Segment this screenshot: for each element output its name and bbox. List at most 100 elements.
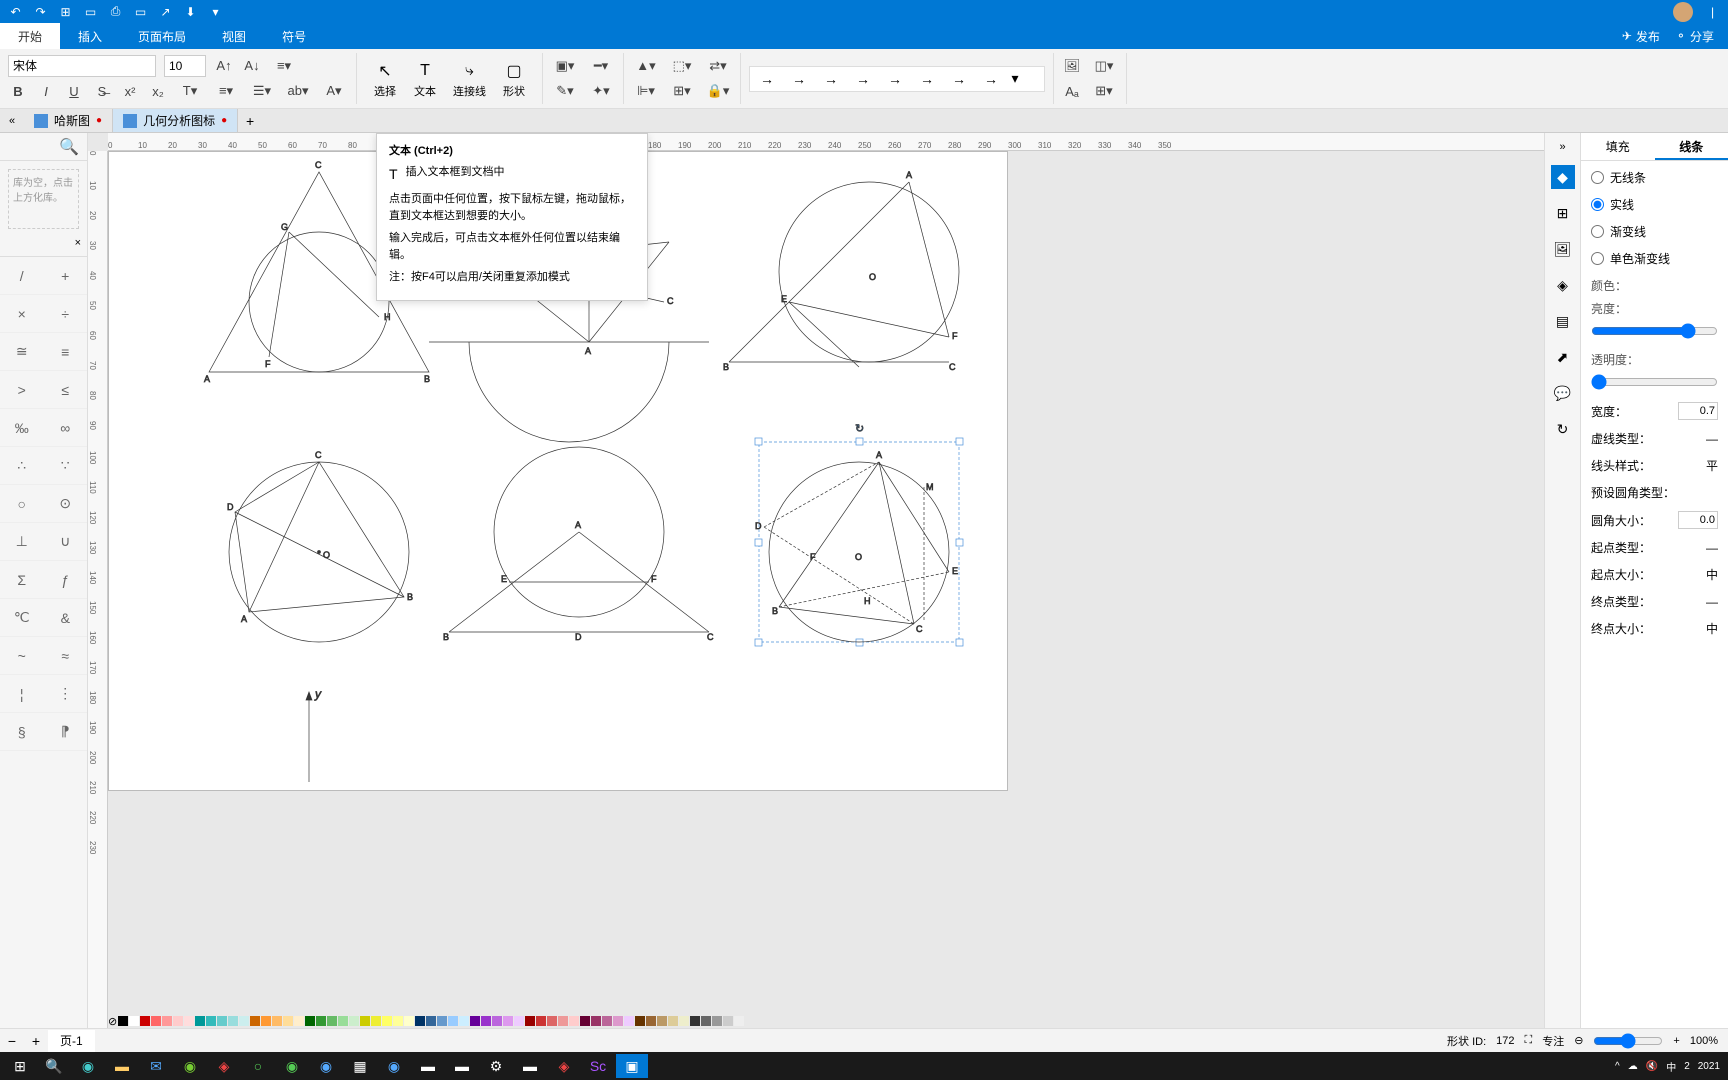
color-swatch[interactable] [371, 1016, 381, 1026]
color-swatch[interactable] [580, 1016, 590, 1026]
tray-network-icon[interactable]: ☁ [1628, 1061, 1638, 1072]
gallery-expand-icon[interactable]: ▾ [1008, 69, 1022, 89]
width-input[interactable] [1678, 402, 1718, 420]
symbol-cell[interactable]: & [44, 599, 88, 637]
user-avatar[interactable] [1673, 2, 1693, 22]
fullscreen-icon[interactable]: ⛶ [1525, 1034, 1533, 1047]
color-swatch[interactable] [316, 1016, 326, 1026]
color-swatch[interactable] [382, 1016, 392, 1026]
align-icon[interactable]: ≡▾ [270, 56, 298, 76]
brightness-slider[interactable] [1591, 323, 1718, 339]
app-icon[interactable]: ▬ [446, 1054, 478, 1078]
symbol-cell[interactable]: ≅ [0, 333, 44, 371]
color-swatch[interactable] [734, 1016, 744, 1026]
edrawmax-icon[interactable]: ▣ [616, 1054, 648, 1078]
symbol-cell[interactable]: ÷ [44, 295, 88, 333]
color-swatch[interactable] [481, 1016, 491, 1026]
symbol-cell[interactable]: ≈ [44, 637, 88, 675]
symbol-cell[interactable]: ∪ [44, 523, 88, 561]
symbol-cell[interactable]: ∴ [0, 447, 44, 485]
shape-tool[interactable]: ▢形状 [494, 57, 534, 101]
opacity-slider[interactable] [1591, 374, 1718, 390]
font-size-select[interactable] [164, 55, 206, 77]
tab-fill[interactable]: 填充 [1581, 133, 1655, 160]
arrow-style-item[interactable]: → [784, 69, 814, 89]
page-panel-icon[interactable]: ▤ [1551, 309, 1575, 333]
color-swatch[interactable] [635, 1016, 645, 1026]
page-add-button[interactable]: + [24, 1033, 48, 1049]
mail-icon[interactable]: ✉ [140, 1054, 172, 1078]
arrow-style-item[interactable]: → [976, 69, 1006, 89]
symbol-cell[interactable]: ƒ [44, 561, 88, 599]
app-icon[interactable]: ◈ [548, 1054, 580, 1078]
color-swatch[interactable] [228, 1016, 238, 1026]
color-swatch[interactable] [217, 1016, 227, 1026]
line-style-icon[interactable]: ━▾ [587, 56, 615, 76]
color-swatch[interactable] [118, 1016, 128, 1026]
dash-select[interactable]: — [1706, 432, 1718, 446]
symbol-cell[interactable]: ⋮ [44, 675, 88, 713]
color-swatch[interactable] [415, 1016, 425, 1026]
bullets-icon[interactable]: ☰▾ [248, 81, 276, 101]
start-button[interactable]: ⊞ [4, 1054, 36, 1078]
zoom-out-icon[interactable]: ⊖ [1574, 1034, 1583, 1047]
color-swatch[interactable] [338, 1016, 348, 1026]
start-size-select[interactable]: 中 [1706, 566, 1718, 583]
shrink-font-icon[interactable]: A↓ [242, 56, 262, 76]
color-swatch[interactable] [349, 1016, 359, 1026]
search-icon[interactable]: 🔍 [59, 137, 79, 157]
text-tool[interactable]: T文本 [405, 57, 445, 101]
import-icon[interactable]: ⬇ [183, 4, 198, 19]
color-swatch[interactable] [558, 1016, 568, 1026]
no-color-icon[interactable]: ⊘ [108, 1015, 117, 1028]
subscript-icon[interactable]: x₂ [148, 81, 168, 101]
color-swatch[interactable] [569, 1016, 579, 1026]
history-panel-icon[interactable]: ↻ [1551, 417, 1575, 441]
color-swatch[interactable] [184, 1016, 194, 1026]
tab-left-icon[interactable]: « [0, 115, 24, 127]
new-icon[interactable]: ⊞ [58, 4, 73, 19]
color-swatch[interactable] [261, 1016, 271, 1026]
tray-time[interactable]: 2 [1684, 1061, 1690, 1072]
arrow-style-select[interactable]: 平 [1706, 457, 1718, 474]
superscript-icon[interactable]: x² [120, 81, 140, 101]
search-app-icon[interactable]: 🔍 [38, 1054, 70, 1078]
italic-icon[interactable]: I [36, 81, 56, 101]
document-tab[interactable]: 几何分析图标 ● [113, 109, 238, 132]
color-swatch[interactable] [470, 1016, 480, 1026]
color-swatch[interactable] [492, 1016, 502, 1026]
redo-icon[interactable]: ↷ [33, 4, 48, 19]
distribute-icon[interactable]: ⊞▾ [668, 81, 696, 101]
grow-font-icon[interactable]: A↑ [214, 56, 234, 76]
symbol-cell[interactable]: ¦ [0, 675, 44, 713]
open-icon[interactable]: ▭ [83, 4, 98, 19]
radio-solid[interactable]: 实线 [1591, 196, 1718, 213]
color-swatch[interactable] [503, 1016, 513, 1026]
share-button[interactable]: ⚬ 分享 [1670, 28, 1720, 45]
symbol-cell[interactable]: ≤ [44, 371, 88, 409]
effect-icon[interactable]: ✦▾ [587, 81, 615, 101]
export-panel-icon[interactable]: ⬈ [1551, 345, 1575, 369]
focus-label[interactable]: 专注 [1542, 1033, 1564, 1049]
symbol-cell[interactable]: ⊙ [44, 485, 88, 523]
color-swatch[interactable] [646, 1016, 656, 1026]
arrow-style-item[interactable]: → [880, 69, 910, 89]
connector-tool[interactable]: ⤷连接线 [445, 57, 494, 101]
color-swatch[interactable] [679, 1016, 689, 1026]
grid-panel-icon[interactable]: ⊞ [1551, 201, 1575, 225]
image-panel-icon[interactable]: 🖼 [1551, 237, 1575, 261]
page-tab[interactable]: 页-1 [48, 1030, 95, 1052]
app-icon[interactable]: ◉ [378, 1054, 410, 1078]
arrow-style-item[interactable]: → [816, 69, 846, 89]
radio-gradient[interactable]: 渐变线 [1591, 223, 1718, 240]
color-swatch[interactable] [206, 1016, 216, 1026]
color-swatch[interactable] [393, 1016, 403, 1026]
color-swatch[interactable] [173, 1016, 183, 1026]
tray-ime[interactable]: 中 [1666, 1059, 1676, 1074]
publish-button[interactable]: ✈ 发布 [1616, 28, 1666, 45]
case-icon[interactable]: ab▾ [284, 81, 312, 101]
align-objects-icon[interactable]: ⊫▾ [632, 81, 660, 101]
menu-start[interactable]: 开始 [0, 23, 60, 49]
arrow-style-item[interactable]: → [752, 69, 782, 89]
color-swatch[interactable] [437, 1016, 447, 1026]
